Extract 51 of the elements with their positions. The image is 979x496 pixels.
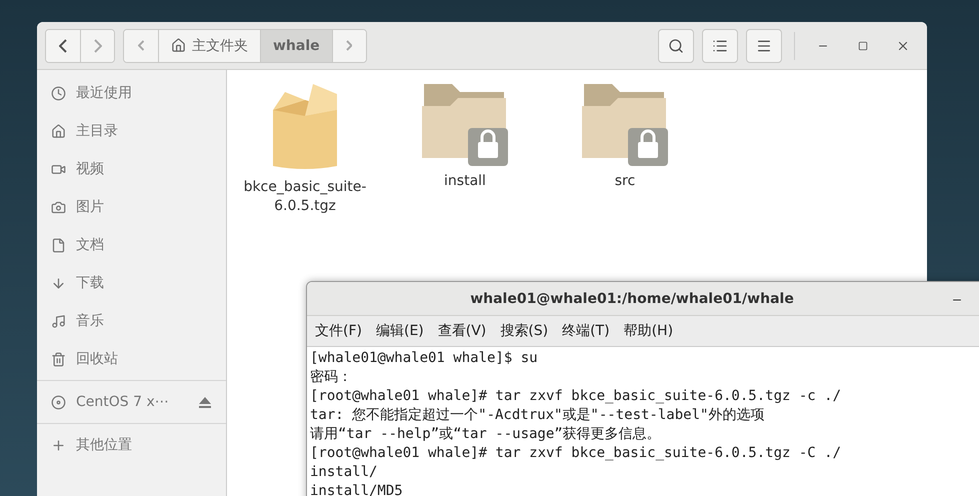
chevron-right-icon [94, 38, 102, 52]
menu-item[interactable]: 编辑(E) [376, 322, 424, 340]
sidebar-item[interactable]: 其他位置 [76, 436, 212, 454]
path-button[interactable]: whale [260, 30, 332, 62]
window-title: whale01@whale01:/home/whale01/whale [470, 290, 794, 306]
menu-button[interactable] [746, 28, 782, 62]
sidebar-item[interactable]: 音乐 [76, 312, 212, 330]
menu-item[interactable]: 帮助(H) [624, 322, 674, 340]
sidebar-item[interactable]: 主目录 [76, 122, 212, 140]
home-icon [51, 124, 66, 138]
maximize-icon [858, 40, 868, 50]
sidebar-item[interactable]: CentOS 7 x⋯ [76, 394, 188, 410]
terminal-line: install/ [310, 463, 378, 482]
download-icon [51, 276, 66, 290]
chevron-left-icon [59, 38, 67, 52]
search-button[interactable] [658, 28, 694, 62]
camera-icon [51, 200, 66, 214]
menu-item[interactable]: 查看(V) [438, 322, 486, 340]
music-icon [51, 314, 66, 328]
search-icon [668, 38, 684, 54]
terminal-line: tar: 您不能指定超过一个"-Acdtrux"或是"--test-label"外的选项 [310, 406, 766, 425]
sidebar-item[interactable]: 最近使用 [76, 84, 212, 102]
menu-icon [756, 38, 772, 54]
menu-item[interactable]: 终端(T) [562, 322, 610, 340]
terminal-line: [whale01@whale01 whale]$ su [310, 349, 539, 368]
terminal-line: [root@whale01 whale]# tar zxvf bkce_basic_suite-6.0.5.tgz -C ./ [310, 444, 842, 463]
menu-item[interactable]: 文件(F) [315, 322, 362, 340]
sidebar-item[interactable]: 文档 [76, 236, 212, 254]
file-name[interactable]: bkce_basic_suite-6.0.5.tgz [243, 178, 367, 216]
sidebar-item[interactable]: 下载 [76, 274, 212, 292]
plus-icon [51, 438, 66, 452]
terminal-line: install/MD5 [310, 482, 404, 496]
view-button[interactable] [702, 28, 738, 62]
clock-icon [51, 86, 66, 100]
eject-icon[interactable] [198, 396, 212, 408]
terminal-line: 密码： [310, 368, 353, 387]
chevron-left-icon [138, 40, 144, 51]
document-icon [51, 238, 66, 252]
trash-icon [51, 352, 66, 366]
terminal-line: 请用“tar --help”或“tar --usage”获得更多信息。 [310, 425, 662, 444]
sidebar-item[interactable]: 回收站 [76, 350, 212, 368]
sidebar-item[interactable]: 图片 [76, 198, 212, 216]
file-name[interactable]: install [403, 172, 527, 191]
chevron-right-icon [346, 40, 352, 51]
disc-icon [51, 394, 66, 410]
file-name[interactable]: src [563, 172, 687, 191]
sidebar-item[interactable]: 视频 [76, 160, 212, 178]
terminal-line: [root@whale01 whale]# tar zxvf bkce_basic_suite-6.0.5.tgz -c ./ [310, 387, 842, 406]
menu-item[interactable]: 搜索(S) [500, 322, 548, 340]
list-icon [712, 38, 728, 54]
home-icon [171, 38, 186, 53]
